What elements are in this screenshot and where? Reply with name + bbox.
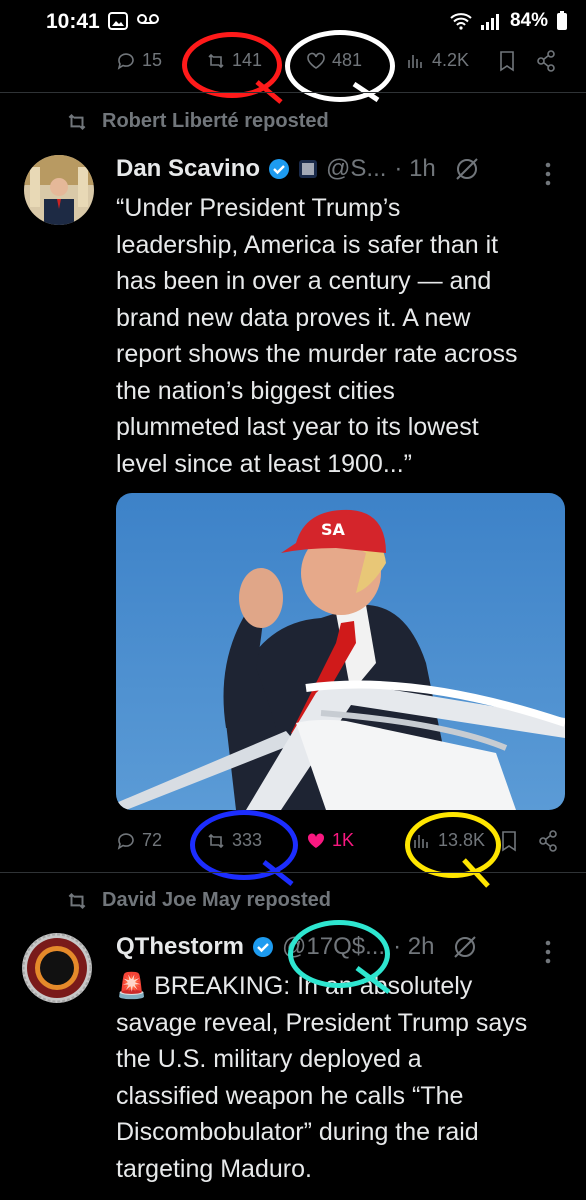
author-name[interactable]: QThestorm xyxy=(116,933,244,961)
blue-annotation-tail xyxy=(262,860,294,886)
like-count: 481 xyxy=(332,50,363,70)
affiliate-badge-icon xyxy=(299,160,318,178)
signal-icon xyxy=(480,14,499,30)
reply-count: 72 xyxy=(142,830,163,850)
author-name[interactable]: Dan Scavino xyxy=(116,155,260,183)
avatar[interactable] xyxy=(22,933,92,1003)
post-time[interactable]: · 2h xyxy=(393,933,434,961)
reply-icon xyxy=(117,832,134,850)
cyan-annotation-tail xyxy=(355,966,391,994)
author-handle[interactable]: @S... xyxy=(326,155,386,183)
reply-count: 15 xyxy=(142,50,163,70)
status-time: 10:41 xyxy=(46,10,100,33)
repost-label: Robert Liberté reposted xyxy=(102,110,329,132)
views-icon xyxy=(414,834,428,848)
post-header: QThestorm @17Q$... · 2h xyxy=(116,933,478,961)
reply-button[interactable]: 15 xyxy=(116,50,162,71)
status-right: 84% xyxy=(450,10,568,32)
white-annotation-tail xyxy=(352,82,380,103)
like-button[interactable]: 1K xyxy=(306,830,354,851)
heart-icon xyxy=(307,52,325,69)
views-button[interactable]: 13.8K xyxy=(412,830,485,851)
share-icon[interactable] xyxy=(536,50,556,72)
repost-icon xyxy=(68,113,86,130)
repost-button[interactable]: 141 xyxy=(206,50,262,71)
verified-badge-icon xyxy=(253,937,274,957)
like-count: 1K xyxy=(332,830,355,850)
battery-icon xyxy=(557,11,567,30)
divider xyxy=(0,92,586,93)
more-options-icon[interactable] xyxy=(544,940,552,964)
repost-button[interactable]: 333 xyxy=(206,830,262,851)
bookmark-icon[interactable] xyxy=(498,50,516,72)
verified-badge-icon xyxy=(269,159,290,179)
repost-header[interactable]: David Joe May reposted xyxy=(64,889,331,912)
share-icon[interactable] xyxy=(538,830,558,852)
status-icons xyxy=(108,12,160,30)
post-image[interactable]: SA xyxy=(116,493,565,810)
divider xyxy=(0,872,586,873)
gallery-icon xyxy=(108,12,128,30)
wifi-icon xyxy=(450,13,472,30)
repost-count: 333 xyxy=(232,830,263,850)
repost-icon xyxy=(68,892,86,909)
svg-text:SA: SA xyxy=(321,520,346,539)
like-button[interactable]: 481 xyxy=(306,50,362,71)
author-handle[interactable]: @17Q$... xyxy=(282,933,385,961)
avatar[interactable] xyxy=(24,155,94,225)
voicemail-icon xyxy=(137,14,159,24)
bookmark-icon[interactable] xyxy=(500,830,518,852)
views-count: 13.8K xyxy=(438,830,486,850)
repost-icon xyxy=(208,53,224,68)
repost-icon xyxy=(208,833,224,848)
tweet-text: “Under President Trump’s leadership, Ame… xyxy=(116,194,518,478)
views-icon xyxy=(408,54,422,68)
reply-icon xyxy=(117,52,134,70)
reply-button[interactable]: 72 xyxy=(116,830,162,851)
yellow-annotation-tail xyxy=(462,858,490,888)
post-header: Dan Scavino @S... · 1h xyxy=(116,155,480,183)
grok-icon[interactable] xyxy=(452,934,478,960)
tweet-text: 🚨 BREAKING: In an absolutely savage reve… xyxy=(116,972,528,1183)
views-count: 4.2K xyxy=(432,50,470,70)
more-options-icon[interactable] xyxy=(544,162,552,186)
views-button[interactable]: 4.2K xyxy=(406,50,469,71)
post-time[interactable]: · 1h xyxy=(394,155,435,183)
repost-header[interactable]: Robert Liberté reposted xyxy=(64,110,329,133)
heart-icon xyxy=(307,832,325,848)
repost-label: David Joe May reposted xyxy=(102,889,331,911)
battery-percent: 84% xyxy=(509,10,548,31)
repost-count: 141 xyxy=(232,50,263,70)
grok-icon[interactable] xyxy=(454,156,480,182)
